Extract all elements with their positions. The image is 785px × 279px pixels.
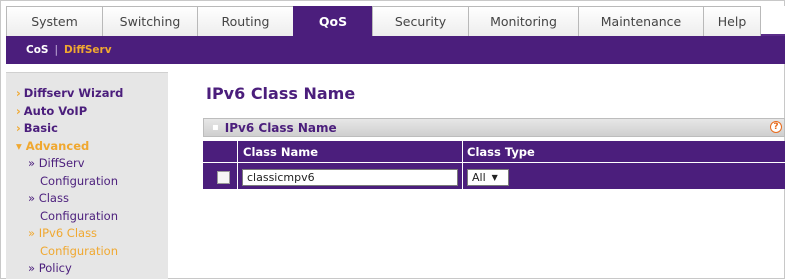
tab-maintenance[interactable]: Maintenance [578,6,704,36]
class-type-select[interactable]: All ▼ [467,169,509,186]
row-divider [203,162,785,163]
chevron-down-icon: ▼ [491,173,498,182]
tab-monitoring[interactable]: Monitoring [468,6,579,36]
column-header-class-name: Class Name [243,144,319,159]
class-name-input[interactable]: classicmpv6 [242,169,458,186]
nav-policy[interactable]: » Policy [16,260,168,278]
nav-label: Auto VoIP [23,103,88,118]
main-tabbar: System Switching Routing QoS Security Mo… [6,6,785,36]
nav-advanced[interactable]: ▾ Advanced [16,138,168,156]
panel-title: IPv6 Class Name [224,120,337,135]
arrow-right-icon: › [16,103,21,118]
subnav-diffserv-link[interactable]: DiffServ [64,44,112,56]
arrow-down-icon: ▾ [16,138,22,153]
left-navigation: › Diffserv Wizard › Auto VoIP › Basic ▾ Adv… [6,72,168,279]
tab-switching[interactable]: Switching [102,6,198,36]
nav-class-configuration-cont[interactable]: Configuration [16,208,168,226]
sub-navigation: CoS | DiffServ [6,36,785,64]
help-icon[interactable]: ? [770,121,782,133]
column-divider [237,141,238,189]
nav-diffserv-wizard[interactable]: › Diffserv Wizard [16,85,168,103]
panel-header: ▪ IPv6 Class Name [203,118,785,137]
tab-routing[interactable]: Routing [197,6,294,36]
page-title: IPv6 Class Name [206,84,356,103]
nav-diffserv-configuration[interactable]: » DiffServ [16,155,168,173]
nav-label: Diffserv Wizard [23,86,124,100]
class-table: Class Name Class Type classicmpv6 All ▼ [203,141,785,189]
nav-auto-voip[interactable]: › Auto VoIP [16,103,168,121]
nav-ipv6-class-configuration-cont[interactable]: Configuration [16,243,168,261]
arrow-right-icon: › [16,86,21,100]
nav-label: Basic [23,121,58,135]
column-divider [462,141,463,189]
tab-qos[interactable]: QoS [293,6,373,36]
nav-class-configuration[interactable]: » Class [16,190,168,208]
tab-security[interactable]: Security [372,6,469,36]
subnav-separator: | [54,44,59,56]
arrow-right-icon: › [16,121,21,135]
column-header-class-type: Class Type [467,144,535,159]
subnav-cos-link[interactable]: CoS [26,44,48,56]
nav-ipv6-class-configuration[interactable]: » IPv6 Class [16,225,168,243]
class-type-value: All [472,171,486,184]
nav-label: Advanced [25,138,90,153]
nav-diffserv-configuration-cont[interactable]: Configuration [16,173,168,191]
grip-icon: ▪ [212,122,219,133]
nav-basic[interactable]: › Basic [16,120,168,138]
tab-system[interactable]: System [6,6,103,36]
tab-help[interactable]: Help [703,6,761,36]
row-select-checkbox[interactable] [217,171,230,184]
